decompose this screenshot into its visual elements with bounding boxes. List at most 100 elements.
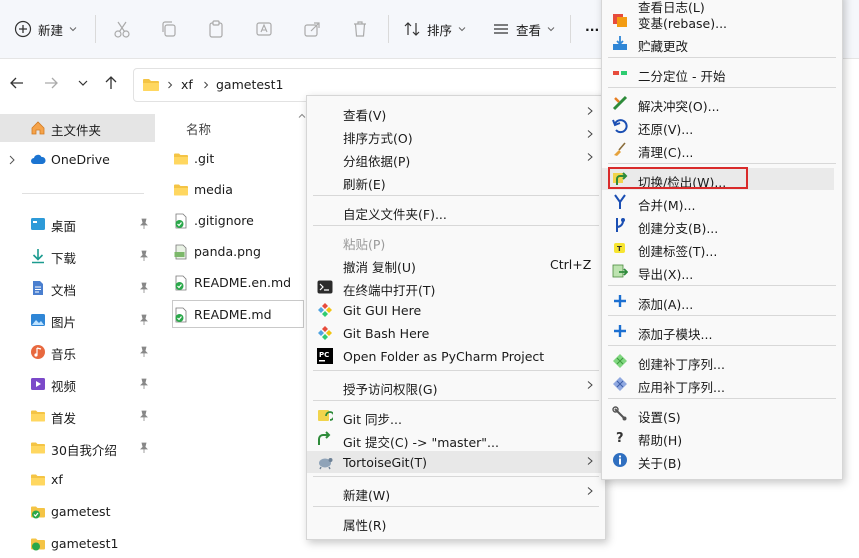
submenu-item-resolve[interactable]: 解决冲突(O)... bbox=[602, 92, 842, 114]
tortoisegit-submenu: 查看日志(L) 变基(rebase)... 贮藏更改 二分定位 - 开始 解决冲… bbox=[601, 0, 843, 480]
expand-chevron-icon[interactable] bbox=[8, 155, 16, 165]
pin-icon[interactable] bbox=[138, 378, 150, 390]
sort-button[interactable]: 排序 bbox=[403, 17, 466, 41]
menu-item-properties[interactable]: 属性(R) bbox=[307, 511, 605, 533]
sidebar-item-home[interactable]: 主文件夹 bbox=[0, 114, 155, 142]
view-label: 查看 bbox=[516, 22, 542, 38]
up-arrow-icon[interactable] bbox=[102, 74, 120, 92]
submenu-item-rebase[interactable]: 变基(rebase)... bbox=[602, 9, 842, 31]
menu-item-open-terminal[interactable]: 在终端中打开(T) bbox=[307, 276, 605, 298]
view-button[interactable]: 查看 bbox=[492, 17, 555, 41]
menu-item-view[interactable]: 查看(V) bbox=[307, 101, 605, 123]
column-header-name[interactable]: 名称 bbox=[186, 119, 211, 138]
sidebar-item-label: 桌面 bbox=[51, 219, 77, 234]
sort-caret-icon bbox=[298, 113, 306, 118]
sidebar-item-desktop[interactable]: 桌面 bbox=[0, 210, 155, 238]
new-button[interactable]: 新建 bbox=[14, 17, 77, 41]
breadcrumb-xf[interactable]: xf bbox=[181, 77, 193, 92]
menu-separator bbox=[608, 285, 836, 286]
menu-item-git-bash[interactable]: Git Bash Here bbox=[307, 322, 605, 344]
recent-chevron-icon[interactable] bbox=[74, 74, 92, 92]
menu-item-git-commit[interactable]: Git 提交(C) -> "master"... bbox=[307, 428, 605, 450]
share-icon[interactable] bbox=[302, 19, 322, 39]
sidebar-item-downloads[interactable]: 下载 bbox=[0, 242, 155, 270]
sidebar-item-label: OneDrive bbox=[51, 152, 110, 167]
pin-icon[interactable] bbox=[138, 250, 150, 262]
merge-icon bbox=[614, 194, 626, 209]
menu-item-grant-access[interactable]: 授予访问权限(G) bbox=[307, 375, 605, 397]
submenu-arrow-icon bbox=[587, 107, 593, 115]
rename-icon[interactable] bbox=[254, 19, 274, 39]
apply-patch-icon bbox=[613, 377, 627, 391]
sidebar-item-pictures[interactable]: 图片 bbox=[0, 306, 155, 334]
submenu-item-merge[interactable]: 合并(M)... bbox=[602, 191, 842, 213]
copy-icon[interactable] bbox=[159, 19, 179, 39]
paste-icon[interactable] bbox=[206, 19, 226, 39]
sidebar-item-xf[interactable]: xf bbox=[0, 466, 155, 494]
submenu-item-create-tag[interactable]: T 创建标签(T)... bbox=[602, 237, 842, 259]
menu-item-refresh[interactable]: 刷新(E) bbox=[307, 170, 605, 192]
submenu-item-revert[interactable]: 还原(V)... bbox=[602, 115, 842, 137]
submenu-item-export[interactable]: 导出(X)... bbox=[602, 260, 842, 282]
menu-item-pycharm[interactable]: PC Open Folder as PyCharm Project bbox=[307, 345, 605, 367]
more-options-button[interactable]: ··· bbox=[585, 17, 599, 41]
menu-item-tortoisegit[interactable]: TortoiseGit(T) bbox=[307, 451, 605, 473]
submenu-item-stash[interactable]: 贮藏更改 bbox=[602, 32, 842, 54]
menu-item-label: 贮藏更改 bbox=[638, 39, 689, 54]
sidebar-item-gametest1[interactable]: gametest1 bbox=[0, 530, 155, 558]
submenu-item-about[interactable]: 关于(B) bbox=[602, 449, 842, 471]
submenu-item-add[interactable]: 添加(A)... bbox=[602, 290, 842, 312]
menu-item-new[interactable]: 新建(W) bbox=[307, 481, 605, 503]
sidebar-item-gametest[interactable]: gametest bbox=[0, 498, 155, 526]
cut-icon[interactable] bbox=[112, 19, 132, 39]
menu-item-label: 清理(C)... bbox=[638, 145, 694, 160]
download-icon bbox=[32, 249, 44, 264]
submenu-item-apply-patch[interactable]: 应用补丁序列... bbox=[602, 373, 842, 395]
folder-icon bbox=[143, 79, 159, 91]
submenu-item-create-patch[interactable]: 创建补丁序列... bbox=[602, 350, 842, 372]
menu-item-label: 查看(V) bbox=[343, 108, 387, 123]
submenu-item-clean[interactable]: 清理(C)... bbox=[602, 138, 842, 160]
menu-item-undo-copy[interactable]: 撤消 复制(U) Ctrl+Z bbox=[307, 253, 605, 275]
menu-item-git-sync[interactable]: Git 同步... bbox=[307, 405, 605, 427]
git-folder-icon bbox=[31, 538, 45, 551]
folder-icon bbox=[31, 474, 45, 486]
svg-text:?: ? bbox=[616, 431, 624, 445]
delete-icon[interactable] bbox=[350, 19, 370, 39]
more-label: ··· bbox=[585, 21, 600, 37]
pin-icon[interactable] bbox=[138, 218, 150, 230]
forward-arrow-icon[interactable] bbox=[42, 74, 60, 92]
sidebar-item-documents[interactable]: 文档 bbox=[0, 274, 155, 302]
menu-item-sort-by[interactable]: 排序方式(O) bbox=[307, 124, 605, 146]
sidebar-item-music[interactable]: 音乐 bbox=[0, 338, 155, 366]
git-sync-icon bbox=[318, 410, 333, 421]
pin-icon[interactable] bbox=[138, 442, 150, 454]
menu-item-label: 粘贴(P) bbox=[343, 237, 386, 252]
file-item-selected[interactable]: README.md bbox=[172, 300, 304, 328]
git-file-icon bbox=[175, 307, 187, 323]
pin-icon[interactable] bbox=[138, 346, 150, 358]
submenu-item-add-submodule[interactable]: 添加子模块... bbox=[602, 320, 842, 342]
breadcrumb-gametest1[interactable]: gametest1 bbox=[216, 77, 283, 92]
sidebar-item-videos[interactable]: 视频 bbox=[0, 370, 155, 398]
sort-icon bbox=[404, 22, 420, 36]
back-arrow-icon[interactable] bbox=[8, 74, 26, 92]
pin-icon[interactable] bbox=[138, 282, 150, 294]
sidebar-item-onedrive[interactable]: OneDrive bbox=[0, 146, 155, 174]
submenu-item-settings[interactable]: 设置(S) bbox=[602, 403, 842, 425]
menu-item-group-by[interactable]: 分组依据(P) bbox=[307, 147, 605, 169]
terminal-icon bbox=[317, 280, 333, 294]
submenu-item-help[interactable]: ? 帮助(H) bbox=[602, 426, 842, 448]
menu-item-label: 创建补丁序列... bbox=[638, 357, 725, 372]
pin-icon[interactable] bbox=[138, 314, 150, 326]
submenu-item-bisect[interactable]: 二分定位 - 开始 bbox=[602, 62, 842, 84]
sidebar-item-label: 图片 bbox=[51, 315, 77, 330]
pin-icon[interactable] bbox=[138, 410, 150, 422]
menu-item-customize-folder[interactable]: 自定义文件夹(F)... bbox=[307, 200, 605, 222]
menu-item-git-gui[interactable]: Git GUI Here bbox=[307, 299, 605, 321]
sidebar-item-shoufa[interactable]: 首发 bbox=[0, 402, 155, 430]
resolve-icon bbox=[612, 95, 628, 111]
submenu-item-create-branch[interactable]: 创建分支(B)... bbox=[602, 214, 842, 236]
sidebar-item-label: 音乐 bbox=[51, 347, 77, 362]
sidebar-item-30-intro[interactable]: 30自我介绍 bbox=[0, 434, 155, 462]
